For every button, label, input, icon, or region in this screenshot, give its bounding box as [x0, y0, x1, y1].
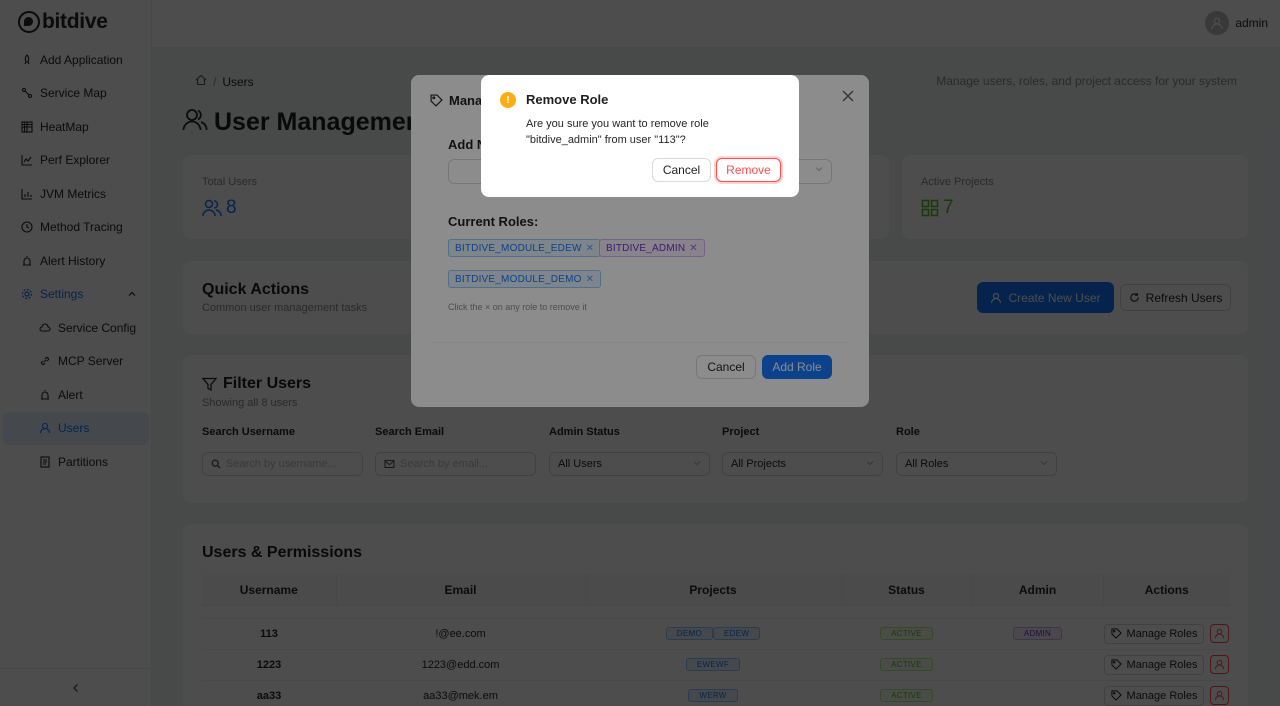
confirm-remove-button[interactable]: Remove	[716, 158, 781, 182]
remove-role-confirm-dialog: ! Remove Role Are you sure you want to r…	[481, 75, 799, 197]
confirm-cancel-button[interactable]: Cancel	[652, 158, 711, 182]
exclamation-icon: !	[500, 92, 516, 108]
confirm-title: Remove Role	[526, 92, 609, 107]
confirm-message: Are you sure you want to remove role "bi…	[526, 118, 709, 146]
